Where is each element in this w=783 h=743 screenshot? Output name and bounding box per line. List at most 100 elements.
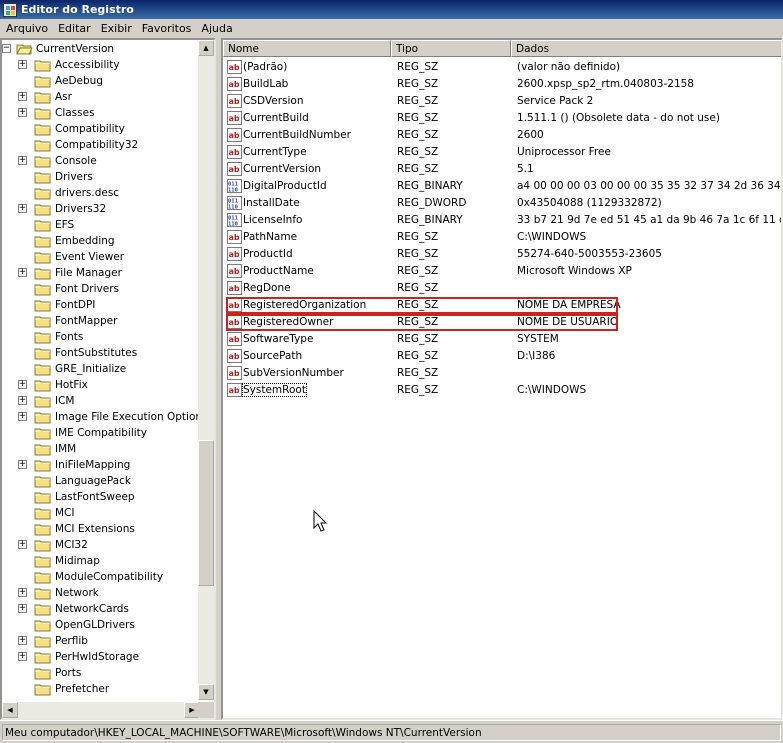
value-data: Service Pack 2 xyxy=(517,95,594,107)
value-row[interactable]: ab SubVersionNumber REG_SZ xyxy=(223,365,781,382)
tree-item-label: Accessibility xyxy=(55,59,120,71)
scroll-down-button[interactable]: ▼ xyxy=(198,684,214,700)
binary-value-icon: 011 110 xyxy=(227,179,242,194)
tree-item-label: EFS xyxy=(55,219,75,231)
value-row[interactable]: ab CurrentType REG_SZ Uniprocessor Free xyxy=(223,144,781,161)
key-tree-pane[interactable]: − CurrentVersion + Accessibility AeDebug + A… xyxy=(0,38,216,720)
expand-icon[interactable]: + xyxy=(18,540,27,549)
value-row[interactable]: ab SoftwareType REG_SZ SYSTEM xyxy=(223,331,781,348)
tree-item-label: MCI Extensions xyxy=(55,523,135,535)
value-row[interactable]: ab CSDVersion REG_SZ Service Pack 2 xyxy=(223,93,781,110)
menu-exibir[interactable]: Exibir xyxy=(97,22,138,35)
main-area: − CurrentVersion + Accessibility AeDebug + A… xyxy=(0,38,783,720)
expand-icon[interactable]: + xyxy=(18,412,27,421)
title-bar[interactable]: Editor do Registro xyxy=(0,0,783,19)
svg-text:ab: ab xyxy=(229,165,240,174)
expand-icon[interactable]: + xyxy=(18,156,27,165)
svg-text:ab: ab xyxy=(229,233,240,242)
menu-favoritos[interactable]: Favoritos xyxy=(138,22,198,35)
value-data: 1.511.1 () (Obsolete data - do not use) xyxy=(517,112,720,124)
folder-icon xyxy=(34,139,51,152)
folder-icon xyxy=(34,235,51,248)
menu-editar[interactable]: Editar xyxy=(54,22,97,35)
value-name: ProductId xyxy=(243,248,293,260)
expand-icon[interactable]: + xyxy=(18,460,27,469)
value-row[interactable]: ab SourcePath REG_SZ D:\I386 xyxy=(223,348,781,365)
folder-icon xyxy=(34,331,51,344)
tree-item-label: Fonts xyxy=(55,331,84,343)
folder-icon xyxy=(34,395,51,408)
expand-icon[interactable]: + xyxy=(18,604,27,613)
tree-item-label: drivers.desc xyxy=(55,187,120,199)
value-type: REG_SZ xyxy=(397,129,439,141)
tree-item-label: Asr xyxy=(55,91,72,103)
folder-icon xyxy=(34,155,51,168)
expand-icon[interactable]: + xyxy=(18,108,27,117)
value-data: a4 00 00 00 03 00 00 00 35 35 32 37 34 2… xyxy=(517,180,781,192)
value-name: SubVersionNumber xyxy=(243,367,344,379)
menu-ajuda[interactable]: Ajuda xyxy=(197,22,238,35)
value-row[interactable]: 011 110 InstallDate REG_DWORD 0x43504088 (11… xyxy=(223,195,781,212)
expand-icon[interactable]: + xyxy=(18,396,27,405)
tree-vertical-scrollbar[interactable]: ▲ ▼ xyxy=(198,40,214,700)
svg-text:ab: ab xyxy=(229,131,240,140)
expand-icon[interactable]: + xyxy=(18,204,27,213)
scroll-left-button[interactable]: ◀ xyxy=(2,702,18,718)
column-header-nome[interactable]: Nome xyxy=(223,40,391,57)
value-row[interactable]: ab CurrentBuild REG_SZ 1.511.1 () (Obsolete… xyxy=(223,110,781,127)
value-name: CurrentVersion xyxy=(243,163,322,175)
folder-icon xyxy=(34,75,51,88)
value-row[interactable]: ab ProductName REG_SZ Microsoft Windows XP xyxy=(223,263,781,280)
value-data: D:\I386 xyxy=(517,350,556,362)
mouse-cursor-icon xyxy=(313,510,327,532)
value-row[interactable]: ab CurrentBuildNumber REG_SZ 2600 xyxy=(223,127,781,144)
value-row[interactable]: ab PathName REG_SZ C:\WINDOWS xyxy=(223,229,781,246)
string-value-icon: ab xyxy=(227,111,242,125)
svg-text:ab: ab xyxy=(229,352,240,361)
collapse-icon[interactable]: − xyxy=(2,44,11,53)
expand-icon[interactable]: + xyxy=(18,92,27,101)
tree-item-label: MCI xyxy=(55,507,75,519)
folder-icon xyxy=(34,59,51,72)
tree-item-label: LastFontSweep xyxy=(55,491,135,503)
value-row[interactable]: 011 110 DigitalProductId REG_BINARY a4 00 00… xyxy=(223,178,781,195)
menu-arquivo[interactable]: Arquivo xyxy=(2,22,54,35)
value-row[interactable]: ab BuildLab REG_SZ 2600.xpsp_sp2_rtm.040803… xyxy=(223,76,781,93)
folder-icon xyxy=(34,459,51,472)
scroll-thumb[interactable] xyxy=(198,440,214,586)
value-row[interactable]: ab SystemRoot REG_SZ C:\WINDOWS xyxy=(223,382,781,399)
tree-item-label: OpenGLDrivers xyxy=(55,619,135,631)
value-row[interactable]: ab CurrentVersion REG_SZ 5.1 xyxy=(223,161,781,178)
tree-item-label: PerHwIdStorage xyxy=(55,651,140,663)
expand-icon[interactable]: + xyxy=(18,268,27,277)
expand-icon[interactable]: + xyxy=(18,60,27,69)
folder-icon xyxy=(34,587,51,600)
column-header-dados[interactable]: Dados xyxy=(511,40,781,57)
expand-icon[interactable]: + xyxy=(18,588,27,597)
value-row[interactable]: 011 110 LicenseInfo REG_BINARY 33 b7 21 9d 7… xyxy=(223,212,781,229)
expand-icon[interactable]: + xyxy=(18,652,27,661)
string-value-icon: ab xyxy=(227,247,242,261)
value-row[interactable]: ab (Padrão) REG_SZ (valor não definido) xyxy=(223,59,781,76)
value-data: Uniprocessor Free xyxy=(517,146,611,158)
tree-item-label: AeDebug xyxy=(55,75,103,87)
values-list-pane[interactable]: Nome Tipo Dados ab (Padrão) REG_SZ (valor n… xyxy=(221,38,783,720)
value-name: (Padrão) xyxy=(243,61,288,73)
folder-icon xyxy=(34,267,51,280)
scroll-up-button[interactable]: ▲ xyxy=(198,40,214,56)
value-data: 2600.xpsp_sp2_rtm.040803-2158 xyxy=(517,78,694,90)
value-type: REG_SZ xyxy=(397,163,439,175)
value-type: REG_SZ xyxy=(397,384,439,396)
value-name: CurrentBuildNumber xyxy=(243,129,351,141)
tree-horizontal-scrollbar[interactable]: ◀ ▶ xyxy=(2,702,200,718)
value-row[interactable]: ab ProductId REG_SZ 55274-640-5003553-23605 xyxy=(223,246,781,263)
expand-icon[interactable]: + xyxy=(18,636,27,645)
value-row[interactable]: ab RegDone REG_SZ xyxy=(223,280,781,297)
string-value-icon: ab xyxy=(227,162,242,176)
tree-item-label: Drivers xyxy=(55,171,93,183)
tree-item-label: Console xyxy=(55,155,97,167)
column-header-tipo[interactable]: Tipo xyxy=(391,40,511,57)
folder-icon xyxy=(34,443,51,456)
expand-icon[interactable]: + xyxy=(18,380,27,389)
value-name: CurrentBuild xyxy=(243,112,309,124)
